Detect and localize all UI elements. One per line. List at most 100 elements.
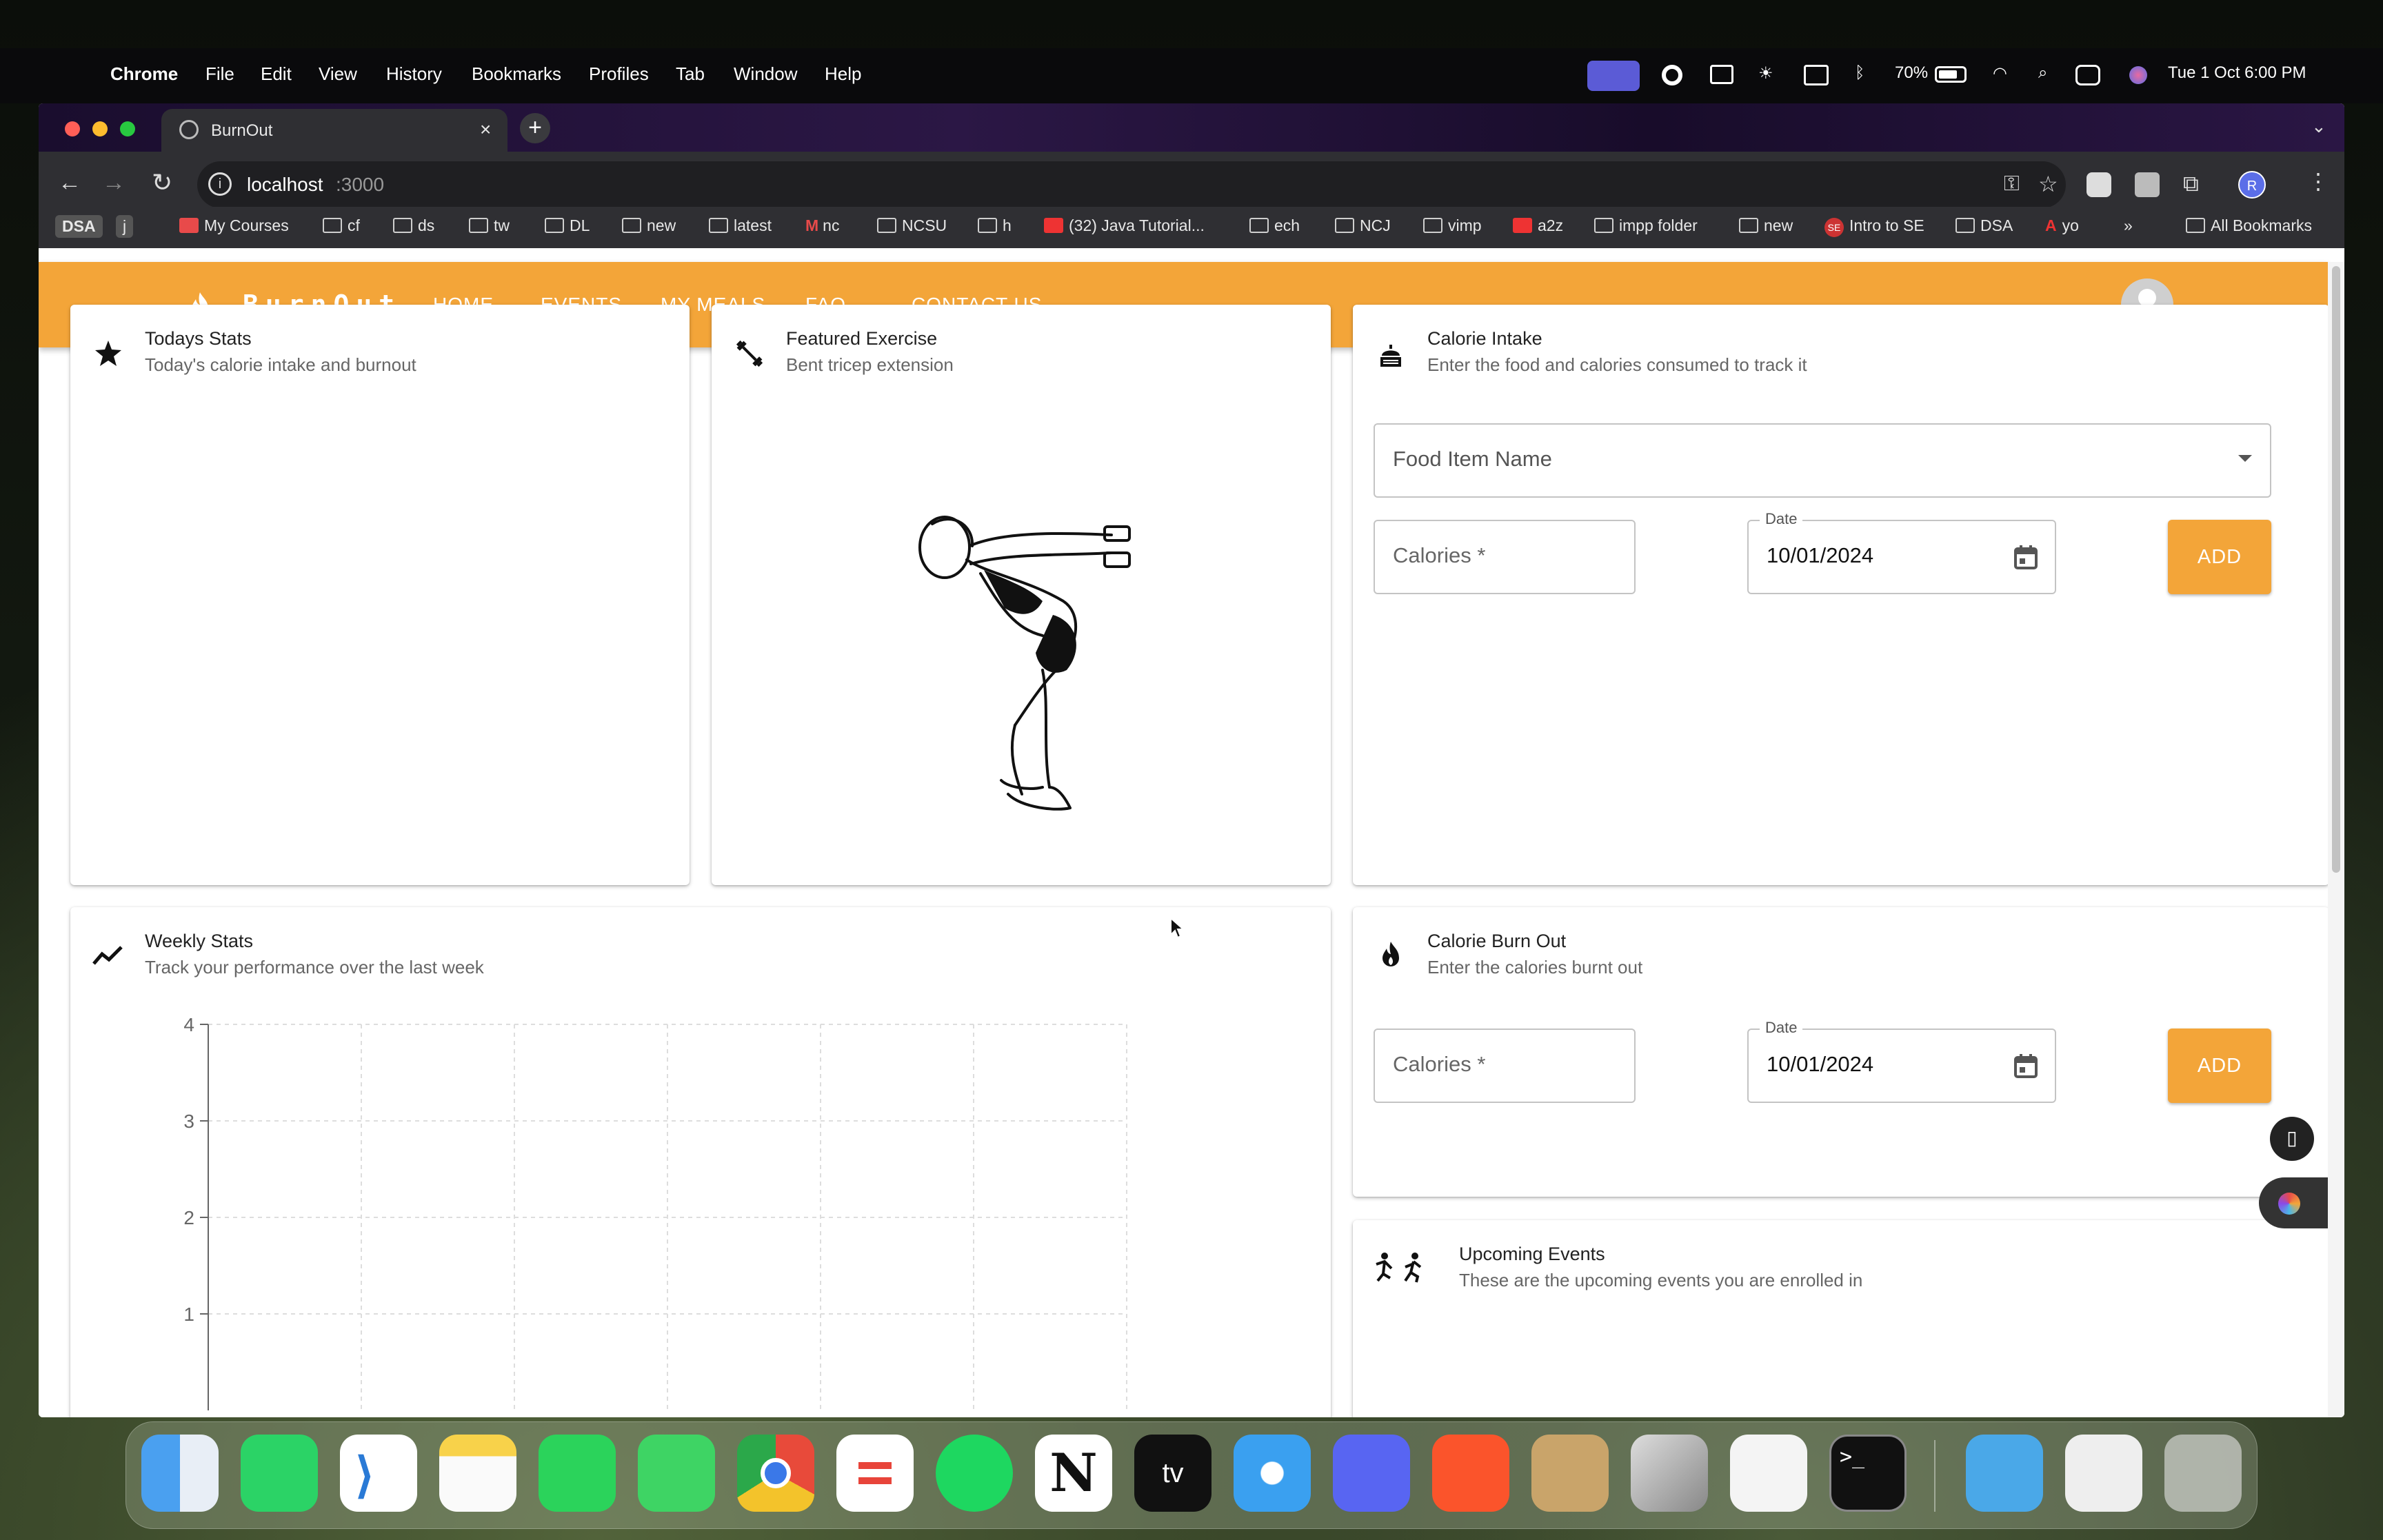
tab-search-chevron-icon[interactable]: ⌄ bbox=[2311, 116, 2326, 137]
archive-utility-icon[interactable] bbox=[1531, 1435, 1609, 1512]
menu-help[interactable]: Help bbox=[825, 63, 861, 85]
menu-kebab-icon[interactable]: ⋮ bbox=[2307, 168, 2329, 194]
brave-icon[interactable] bbox=[1432, 1435, 1509, 1512]
minimize-window-icon[interactable] bbox=[92, 121, 108, 136]
site-info-icon[interactable]: i bbox=[208, 172, 232, 196]
record-icon[interactable] bbox=[1662, 65, 1682, 85]
forward-icon[interactable]: → bbox=[102, 170, 125, 196]
display-icon[interactable] bbox=[1804, 65, 1829, 85]
calendar-icon[interactable] bbox=[2012, 1052, 2040, 1080]
menu-profiles[interactable]: Profiles bbox=[589, 63, 649, 85]
bluetooth-icon[interactable]: ᛒ bbox=[1855, 63, 1864, 83]
food-item-select[interactable]: Food Item Name bbox=[1374, 423, 2271, 498]
iphone-mirroring-icon[interactable] bbox=[1631, 1435, 1708, 1512]
pdf-document-icon[interactable] bbox=[2065, 1435, 2142, 1512]
bookmark-cf[interactable]: cf bbox=[323, 216, 360, 235]
dropdown-arrow-icon[interactable] bbox=[2238, 455, 2252, 462]
vscode-icon[interactable]: ⟩ bbox=[340, 1435, 417, 1512]
profile-avatar-icon[interactable]: R bbox=[2238, 171, 2266, 199]
bookmark-yo[interactable]: Ayo bbox=[2045, 216, 2079, 235]
screen-share-icon[interactable] bbox=[1587, 61, 1640, 91]
floating-extension-button[interactable] bbox=[2259, 1177, 2328, 1228]
bookmark-intro-to-se[interactable]: SE Intro to SE bbox=[1824, 216, 1924, 237]
burn-add-button[interactable]: ADD bbox=[2168, 1029, 2271, 1103]
close-tab-icon[interactable]: × bbox=[480, 119, 491, 141]
reload-icon[interactable]: ↻ bbox=[152, 168, 172, 197]
address-bar[interactable]: i localhost :3000 ⚿ ☆ bbox=[197, 161, 2066, 208]
intake-calories-input[interactable]: Calories * bbox=[1374, 520, 1636, 594]
bookmark-dl[interactable]: DL bbox=[545, 216, 590, 235]
spotify-icon[interactable] bbox=[936, 1435, 1013, 1512]
control-center-icon[interactable] bbox=[2075, 65, 2100, 85]
finder-icon[interactable] bbox=[141, 1435, 219, 1512]
bookmark-nc[interactable]: Mnc bbox=[805, 216, 839, 235]
extension-1-icon[interactable] bbox=[2087, 172, 2111, 197]
terminal-icon[interactable]: >_ bbox=[1829, 1435, 1907, 1512]
bookmark-ds[interactable]: ds bbox=[393, 216, 434, 235]
intake-add-button[interactable]: ADD bbox=[2168, 520, 2271, 594]
bookmark-dsa-2[interactable]: DSA bbox=[1955, 216, 2013, 235]
search-icon[interactable]: ⌕ bbox=[2038, 63, 2047, 83]
bookmark-a2z[interactable]: a2z bbox=[1513, 216, 1563, 235]
messages-icon[interactable] bbox=[638, 1435, 715, 1512]
burn-calories-input[interactable]: Calories * bbox=[1374, 1029, 1636, 1103]
menu-bookmarks[interactable]: Bookmarks bbox=[472, 63, 561, 85]
todoist-icon[interactable] bbox=[836, 1435, 914, 1512]
keyboard-icon[interactable] bbox=[1710, 65, 1733, 84]
bookmark-tw[interactable]: tw bbox=[469, 216, 510, 235]
intake-date-input[interactable]: Date 10/01/2024 bbox=[1747, 510, 2056, 594]
chrome-icon[interactable] bbox=[737, 1435, 814, 1512]
brightness-icon[interactable]: ☀ bbox=[1758, 63, 1773, 83]
bookmark-vimp[interactable]: vimp bbox=[1423, 216, 1482, 235]
menu-view[interactable]: View bbox=[319, 63, 357, 85]
back-icon[interactable]: ← bbox=[58, 170, 81, 196]
bookmark-star-icon[interactable]: ☆ bbox=[2038, 171, 2058, 197]
bookmark-java-tutorial[interactable]: (32) Java Tutorial... bbox=[1044, 216, 1205, 235]
more-bookmarks-icon[interactable]: » bbox=[2124, 216, 2133, 235]
extensions-puzzle-icon[interactable]: ⧉ bbox=[2183, 171, 2199, 197]
menu-tab[interactable]: Tab bbox=[676, 63, 705, 85]
calendar-icon[interactable] bbox=[2012, 543, 2040, 571]
facetime-icon[interactable] bbox=[539, 1435, 616, 1512]
apple-tv-icon[interactable]: tv bbox=[1134, 1435, 1211, 1512]
bookmark-dsa[interactable]: DSA bbox=[55, 215, 103, 238]
extension-2-icon[interactable] bbox=[2135, 172, 2160, 197]
battery-icon[interactable] bbox=[1935, 66, 1967, 83]
menu-window[interactable]: Window bbox=[734, 63, 797, 85]
close-window-icon[interactable] bbox=[65, 121, 80, 136]
trash-icon[interactable] bbox=[2164, 1435, 2242, 1512]
menu-history[interactable]: History bbox=[386, 63, 442, 85]
clock-datetime[interactable]: Tue 1 Oct 6:00 PM bbox=[2168, 63, 2306, 83]
textedit-icon[interactable] bbox=[1730, 1435, 1807, 1512]
burn-date-input[interactable]: Date 10/01/2024 bbox=[1747, 1019, 2056, 1103]
all-bookmarks[interactable]: All Bookmarks bbox=[2186, 216, 2312, 235]
bookmark-ech[interactable]: ech bbox=[1249, 216, 1300, 235]
whatsapp-icon[interactable] bbox=[241, 1435, 318, 1512]
bookmark-impp-folder[interactable]: impp folder bbox=[1594, 216, 1698, 235]
zoom-window-icon[interactable] bbox=[120, 121, 135, 136]
tab-burnout[interactable]: BurnOut × bbox=[161, 109, 507, 152]
new-tab-icon[interactable]: + bbox=[520, 113, 550, 143]
notes-icon[interactable] bbox=[439, 1435, 516, 1512]
bookmark-latest[interactable]: latest bbox=[709, 216, 772, 235]
menu-edit[interactable]: Edit bbox=[261, 63, 292, 85]
menu-app-name[interactable]: Chrome bbox=[110, 63, 178, 85]
page-scrollbar[interactable] bbox=[2328, 262, 2344, 1417]
discord-icon[interactable] bbox=[1333, 1435, 1410, 1512]
bookmark-j[interactable]: j bbox=[116, 215, 134, 238]
downloads-folder-icon[interactable] bbox=[1966, 1435, 2043, 1512]
menu-file[interactable]: File bbox=[205, 63, 234, 85]
reader-mode-icon[interactable]: ▯ bbox=[2270, 1117, 2314, 1161]
scrollbar-thumb[interactable] bbox=[2332, 266, 2340, 873]
bookmark-my-courses[interactable]: My Courses bbox=[179, 216, 289, 235]
bookmark-h[interactable]: h bbox=[978, 216, 1012, 235]
password-key-icon[interactable]: ⚿ bbox=[2004, 172, 2020, 196]
siri-icon[interactable] bbox=[2129, 66, 2147, 84]
notion-icon[interactable]: N bbox=[1035, 1435, 1112, 1512]
bookmark-new-2[interactable]: new bbox=[1739, 216, 1793, 235]
safari-icon[interactable] bbox=[1234, 1435, 1311, 1512]
bookmark-new[interactable]: new bbox=[622, 216, 676, 235]
bookmark-ncsu[interactable]: NCSU bbox=[877, 216, 947, 235]
bookmark-ncj[interactable]: NCJ bbox=[1335, 216, 1391, 235]
wifi-icon[interactable]: ◠ bbox=[1993, 63, 2007, 83]
